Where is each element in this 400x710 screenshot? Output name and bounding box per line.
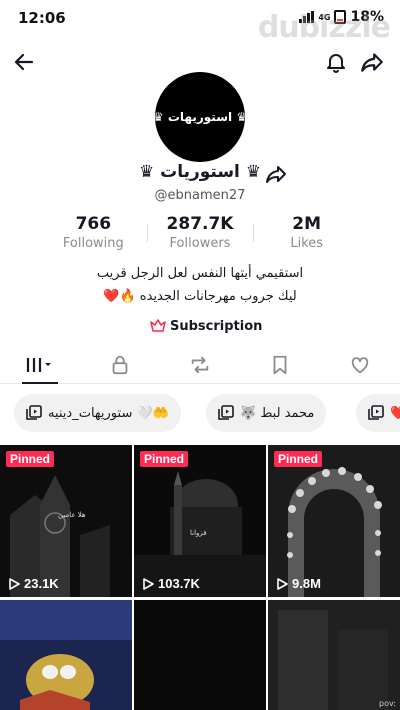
share-arrow-icon bbox=[266, 166, 286, 183]
mosque-dome-image bbox=[134, 445, 266, 597]
watermark-logo: dubizzle bbox=[257, 10, 391, 45]
playlist-icon bbox=[218, 405, 234, 420]
video-thumbnail[interactable]: فزوانا Pinned 103.7K bbox=[134, 445, 266, 597]
subscription-icon bbox=[150, 319, 166, 332]
video-thumbnail[interactable]: pov: bbox=[268, 600, 400, 710]
bio-line-1: استقيمي أيتها النفس لعل الرجل قريب bbox=[96, 266, 304, 281]
pinned-badge: Pinned bbox=[140, 451, 189, 467]
tab-reposts[interactable] bbox=[160, 346, 240, 383]
view-count-value: 23.1K bbox=[24, 576, 59, 591]
videos-grid-icon bbox=[26, 357, 51, 372]
lock-icon bbox=[112, 355, 128, 374]
dark-scene-image bbox=[268, 600, 400, 710]
playlist-chip[interactable]: ❤️ bbox=[356, 394, 400, 432]
share-arrow-icon bbox=[361, 53, 383, 72]
stat-label: Likes bbox=[290, 236, 324, 251]
share-button[interactable] bbox=[356, 46, 388, 78]
video-caption: فزوانا bbox=[190, 529, 207, 537]
video-caption: هلا عامين bbox=[58, 511, 86, 519]
username: @ebnamen27 bbox=[154, 188, 246, 203]
playlist-chip[interactable]: محمد لبط 🐺 bbox=[206, 394, 327, 432]
arrow-left-icon bbox=[14, 53, 34, 71]
tab-videos[interactable] bbox=[0, 346, 80, 384]
profile-tabs bbox=[0, 346, 400, 384]
stat-likes[interactable]: 2M Likes bbox=[253, 214, 360, 254]
notifications-button[interactable] bbox=[320, 46, 352, 78]
status-time: 12:06 bbox=[18, 9, 66, 27]
name-row: ♛ استوريات ♛ bbox=[0, 162, 400, 186]
play-icon bbox=[277, 577, 288, 590]
cartoon-character-image bbox=[0, 600, 132, 710]
view-count-value: 9.8M bbox=[292, 576, 321, 591]
view-count-value: 103.7K bbox=[158, 576, 200, 591]
pinned-badge: Pinned bbox=[274, 451, 323, 467]
play-icon bbox=[9, 577, 20, 590]
video-thumbnail[interactable] bbox=[0, 600, 132, 710]
tab-private[interactable] bbox=[80, 346, 160, 383]
video-grid: هلا عامين Pinned 23.1K فزوانا Pinned 103… bbox=[0, 445, 400, 710]
tab-favorites[interactable] bbox=[240, 346, 320, 383]
stat-label: Following bbox=[62, 236, 124, 251]
back-button[interactable] bbox=[8, 46, 40, 78]
crown-left: ♛ bbox=[155, 110, 164, 124]
playlist-chips: 🤲🤍 ستوريهات_دينيه محمد لبط 🐺 ❤️ bbox=[0, 394, 400, 434]
crown-right: ♛ bbox=[236, 110, 245, 124]
subscription-button[interactable]: Subscription bbox=[149, 318, 262, 334]
play-icon bbox=[143, 577, 154, 590]
avatar[interactable]: ♛ استوريهات ♛ bbox=[155, 72, 245, 162]
playlist-chip[interactable]: 🤲🤍 ستوريهات_دينيه bbox=[14, 394, 181, 432]
tab-liked[interactable] bbox=[320, 346, 400, 383]
heart-icon bbox=[351, 356, 369, 373]
bookmark-icon bbox=[273, 355, 287, 374]
view-count: 103.7K bbox=[142, 576, 200, 591]
avatar-text: ♛ استوريهات ♛ bbox=[155, 110, 245, 124]
stat-value: 2M bbox=[292, 214, 322, 234]
stats-row: 766 Following 287.7K Followers 2M Likes bbox=[40, 214, 360, 254]
subscription-label: Subscription bbox=[170, 318, 263, 334]
clock-tower-image bbox=[0, 445, 132, 597]
stat-value: 287.7K bbox=[166, 214, 234, 234]
video-caption: pov: bbox=[379, 699, 396, 708]
display-name: ♛ استوريات ♛ bbox=[138, 162, 262, 182]
playlist-chip-label: محمد لبط 🐺 bbox=[240, 405, 315, 421]
bio-line-2: ليك جروب مهرجانات الجديده 🔥❤️ bbox=[103, 289, 297, 304]
decorated-arch-image bbox=[268, 445, 400, 597]
playlist-icon bbox=[368, 405, 384, 420]
view-count: 9.8M bbox=[276, 576, 321, 591]
playlist-icon bbox=[26, 405, 42, 420]
playlist-chip-label: 🤲🤍 ستوريهات_دينيه bbox=[48, 405, 169, 421]
stat-following[interactable]: 766 Following bbox=[40, 214, 147, 254]
repost-icon bbox=[191, 356, 209, 373]
video-thumbnail[interactable]: Pinned 9.8M bbox=[268, 445, 400, 597]
playlist-chip-label: ❤️ bbox=[390, 405, 400, 421]
stat-label: Followers bbox=[169, 236, 231, 251]
pinned-badge: Pinned bbox=[6, 451, 55, 467]
view-count: 23.1K bbox=[8, 576, 59, 591]
video-thumbnail[interactable]: هلا عامين Pinned 23.1K bbox=[0, 445, 132, 597]
stat-followers[interactable]: 287.7K Followers bbox=[146, 214, 254, 254]
video-thumbnail[interactable] bbox=[134, 600, 266, 710]
bell-icon bbox=[327, 54, 345, 73]
share-profile-button[interactable] bbox=[263, 162, 291, 186]
avatar-label: استوريهات bbox=[167, 110, 233, 124]
stat-value: 766 bbox=[75, 214, 112, 234]
